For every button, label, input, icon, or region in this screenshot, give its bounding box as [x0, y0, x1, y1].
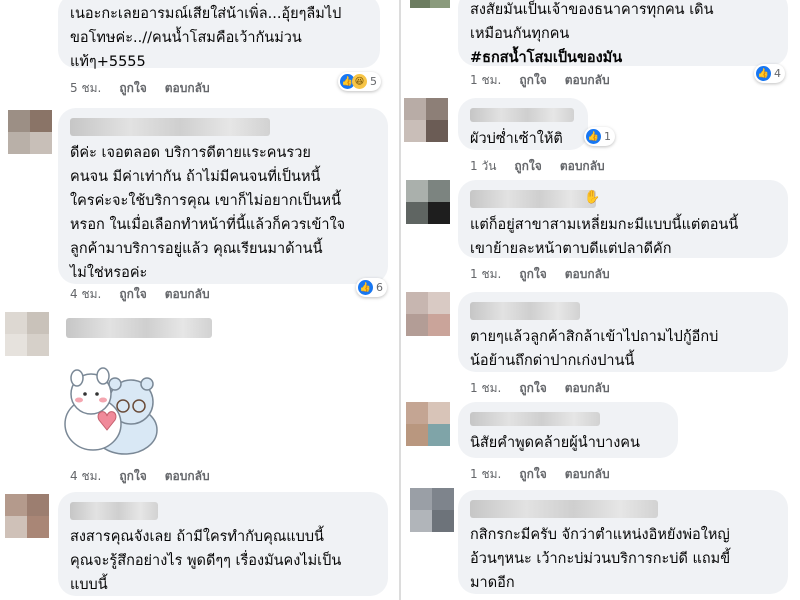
- reaction-count: 4: [774, 67, 781, 80]
- column-divider: [399, 0, 401, 600]
- commenter-name[interactable]: [470, 500, 658, 518]
- comment-bubble: ตายๆแล้วลูกค้าสิกล้าเข้าไปถามไปกู้อีกบ่ …: [458, 292, 788, 372]
- comment-bubble: ผัวบ่ซ่ำเซ้าให้ติ: [458, 98, 588, 150]
- reply-link[interactable]: ตอบกลับ: [565, 72, 610, 88]
- comment-time[interactable]: 1 ชม.: [470, 466, 501, 482]
- avatar[interactable]: [8, 110, 52, 154]
- comment-bubble: สงสัยมันเป็นเจ้าของธนาคารทุกคน เดิน เหมื…: [458, 0, 788, 66]
- comment-time[interactable]: 5 ชม.: [70, 80, 101, 96]
- comment-text: สงสารคุณจังเลย ถ้ามีใครทำกับคุณแบบนี้ คุ…: [70, 529, 342, 593]
- comment-time[interactable]: 4 ชม.: [70, 468, 101, 484]
- comment-text: เนอะกะเลยอารมณ์เสียใส่น้าเพิ่ล...อุ้ยๆลื…: [70, 6, 342, 70]
- comment-bubble: เนอะกะเลยอารมณ์เสียใส่น้าเพิ่ล...อุ้ยๆลื…: [58, 0, 380, 70]
- reaction-summary[interactable]: 👍 6: [356, 278, 387, 297]
- avatar[interactable]: [406, 292, 450, 336]
- hand-wave-icon: ✋: [584, 190, 601, 205]
- reply-link[interactable]: ตอบกลับ: [565, 266, 610, 282]
- reply-link[interactable]: ตอบกลับ: [165, 468, 210, 484]
- like-link[interactable]: ถูกใจ: [119, 80, 146, 96]
- comment-text: แต่ก็อยู่สาขาสามเหลี่ยมกะมีแบบนี้แต่ตอนน…: [470, 217, 739, 257]
- comment-actions: 1 วัน ถูกใจ ตอบกลับ: [470, 158, 605, 174]
- avatar[interactable]: [410, 0, 450, 8]
- commenter-name[interactable]: [470, 412, 600, 426]
- like-reaction-icon: 👍: [358, 280, 373, 295]
- comment-actions: 5 ชม. ถูกใจ ตอบกลับ: [70, 80, 210, 96]
- avatar[interactable]: [5, 494, 49, 538]
- right-comment-column: สงสัยมันเป็นเจ้าของธนาคารทุกคน เดิน เหมื…: [402, 0, 800, 600]
- comment-bubble: แต่ก็อยู่สาขาสามเหลี่ยมกะมีแบบนี้แต่ตอนน…: [458, 180, 788, 258]
- like-link[interactable]: ถูกใจ: [119, 286, 146, 302]
- comment-bubble: ดีค่ะ เจอตลอด บริการดีตายแระคนรวย คนจน ม…: [58, 108, 388, 284]
- reply-link[interactable]: ตอบกลับ: [565, 466, 610, 482]
- comment-time[interactable]: 1 ชม.: [470, 380, 501, 396]
- reaction-summary[interactable]: 👍 😆 5: [338, 72, 381, 91]
- comment-text: ตายๆแล้วลูกค้าสิกล้าเข้าไปถามไปกู้อีกบ่ …: [470, 329, 719, 369]
- comment-text: ดีค่ะ เจอตลอด บริการดีตายแระคนรวย คนจน ม…: [70, 145, 346, 281]
- comment-bubble: กสิกรกะมีครับ จักว่าตำแหน่งอิหยังพ่อใหญ่…: [458, 490, 788, 594]
- like-link[interactable]: ถูกใจ: [514, 158, 541, 174]
- comment-text: ผัวบ่ซ่ำเซ้าให้ติ: [470, 131, 563, 147]
- comment-actions: 1 ชม. ถูกใจ ตอบกลับ: [470, 266, 610, 282]
- commenter-name[interactable]: [70, 502, 158, 520]
- comment-text: นิสัยคำพูดคล้ายผู้นำบางคน: [470, 435, 640, 451]
- avatar[interactable]: [404, 98, 448, 142]
- reaction-count: 6: [376, 281, 383, 294]
- hashtag-link[interactable]: #ธกสน้ำโสมเป็นของมัน: [470, 46, 776, 70]
- reply-link[interactable]: ตอบกลับ: [165, 80, 210, 96]
- reaction-count: 5: [370, 75, 377, 88]
- haha-reaction-icon: 😆: [352, 74, 367, 89]
- comment-bubble: สงสารคุณจังเลย ถ้ามีใครทำกับคุณแบบนี้ คุ…: [58, 492, 388, 596]
- commenter-name[interactable]: [470, 190, 596, 208]
- avatar[interactable]: [5, 312, 49, 356]
- like-link[interactable]: ถูกใจ: [519, 266, 546, 282]
- avatar[interactable]: [406, 402, 450, 446]
- avatar[interactable]: [406, 180, 450, 224]
- reply-link[interactable]: ตอบกลับ: [560, 158, 605, 174]
- comment-time[interactable]: 1 ชม.: [470, 72, 501, 88]
- commenter-name[interactable]: [470, 108, 574, 122]
- left-comment-column: เนอะกะเลยอารมณ์เสียใส่น้าเพิ่ล...อุ้ยๆลื…: [0, 0, 400, 600]
- like-link[interactable]: ถูกใจ: [119, 468, 146, 484]
- commenter-name[interactable]: [70, 118, 270, 136]
- comment-actions: 4 ชม. ถูกใจ ตอบกลับ: [70, 468, 210, 484]
- comment-bubble: นิสัยคำพูดคล้ายผู้นำบางคน: [458, 402, 678, 458]
- comment-time[interactable]: 4 ชม.: [70, 286, 101, 302]
- like-link[interactable]: ถูกใจ: [519, 380, 546, 396]
- comment-actions: 4 ชม. ถูกใจ ตอบกลับ: [70, 286, 210, 302]
- reply-link[interactable]: ตอบกลับ: [565, 380, 610, 396]
- comment-actions: 1 ชม. ถูกใจ ตอบกลับ: [470, 380, 610, 396]
- reaction-summary[interactable]: 👍 4: [754, 64, 785, 83]
- commenter-name[interactable]: [66, 318, 212, 338]
- comment-text: สงสัยมันเป็นเจ้าของธนาคารทุกคน เดิน เหมื…: [470, 2, 714, 42]
- avatar[interactable]: [410, 488, 454, 532]
- commenter-name[interactable]: [470, 302, 580, 320]
- comment-actions: 1 ชม. ถูกใจ ตอบกลับ: [470, 72, 610, 88]
- reaction-count: 1: [604, 130, 611, 143]
- like-link[interactable]: ถูกใจ: [519, 466, 546, 482]
- reply-link[interactable]: ตอบกลับ: [165, 286, 210, 302]
- comment-time[interactable]: 1 วัน: [470, 158, 496, 174]
- reaction-summary[interactable]: 👍 1: [584, 127, 615, 146]
- comment-text: กสิกรกะมีครับ จักว่าตำแหน่งอิหยังพ่อใหญ่…: [470, 527, 731, 591]
- like-reaction-icon: 👍: [756, 66, 771, 81]
- comment-time[interactable]: 1 ชม.: [470, 266, 501, 282]
- bear-sticker: [64, 367, 158, 455]
- comment-actions: 1 ชม. ถูกใจ ตอบกลับ: [470, 466, 610, 482]
- like-link[interactable]: ถูกใจ: [519, 72, 546, 88]
- like-reaction-icon: 👍: [586, 129, 601, 144]
